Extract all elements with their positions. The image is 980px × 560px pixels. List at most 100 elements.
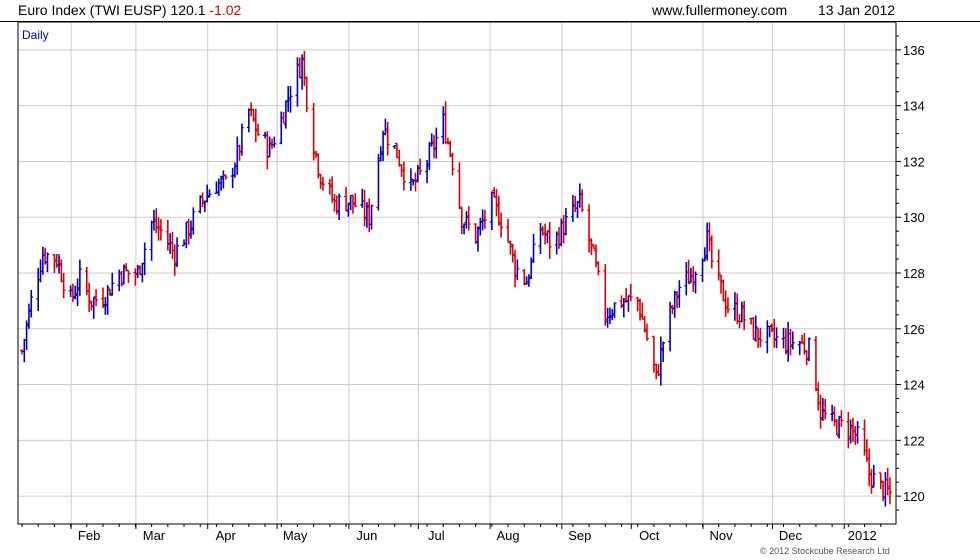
price-bar (230, 167, 235, 189)
price-bar (350, 194, 355, 214)
price-bar (719, 274, 724, 294)
price-bars (20, 51, 892, 507)
price-bar (457, 162, 462, 210)
price-bar (499, 212, 504, 238)
price-bar (846, 411, 851, 449)
price-bar (563, 208, 568, 236)
price-bar (635, 296, 640, 312)
price-bar (739, 301, 744, 323)
chart-header: Euro Index (TWI EUSP) 120.1 -1.02 www.fu… (0, 0, 980, 22)
price-bar (691, 266, 696, 293)
price-bar (101, 287, 106, 308)
price-bar (837, 415, 842, 439)
price-bar (221, 170, 226, 189)
price-bar (165, 219, 170, 251)
price-bar (149, 220, 154, 261)
price-bar (103, 297, 108, 315)
price-bar (716, 249, 721, 281)
price-bar (40, 246, 45, 275)
price-bar (36, 267, 41, 312)
price-bar (790, 331, 795, 350)
price-bar (735, 293, 740, 324)
price-bar (214, 181, 219, 194)
price-bar (408, 168, 413, 191)
price-bar (360, 188, 365, 208)
price-bar (413, 172, 418, 192)
price-bar (496, 195, 501, 226)
price-bar (251, 108, 256, 122)
price-bar (279, 111, 284, 145)
y-tick-label: 134 (903, 99, 925, 114)
price-bar (223, 174, 228, 180)
y-tick-label: 120 (903, 489, 925, 504)
price-bar (677, 280, 682, 308)
price-bar (638, 298, 643, 321)
price-bar (684, 262, 689, 296)
price-bar (158, 219, 163, 241)
price-bar (87, 282, 92, 313)
price-bar (142, 242, 147, 276)
price-bar (818, 394, 823, 429)
instrument-name: Euro Index (TWI EUSP) (18, 2, 167, 18)
price-bar (216, 178, 221, 196)
price-bar (313, 150, 318, 159)
price-bar (522, 269, 527, 286)
price-bar (415, 164, 420, 183)
price-bar (475, 226, 480, 252)
price-bar (459, 207, 464, 235)
price-bar (434, 127, 439, 159)
price-bar (168, 233, 173, 254)
instrument-title: Euro Index (TWI EUSP) 120.1 -1.02 (18, 2, 241, 18)
price-bar (883, 471, 888, 507)
price-bar (318, 173, 323, 190)
price-bar (644, 323, 649, 341)
price-bar (205, 184, 210, 203)
price-bar (344, 186, 349, 211)
price-bar (75, 278, 80, 307)
price-bar (151, 209, 156, 231)
price-bar (881, 480, 886, 502)
price-bar (283, 100, 288, 129)
price-bar (480, 209, 485, 231)
price-bar (425, 160, 430, 184)
price-bar (871, 464, 876, 488)
price-bar (239, 123, 244, 156)
price-bar (302, 51, 307, 86)
x-tick-label: Nov (709, 528, 733, 543)
price-bar (450, 152, 455, 176)
price-bar (427, 141, 432, 170)
price-bar (758, 327, 763, 348)
price-bar (473, 223, 478, 244)
price-bar (256, 123, 261, 136)
price-bar (367, 198, 372, 232)
price-bar (184, 221, 189, 249)
price-bar (334, 195, 339, 215)
price-bar (510, 243, 515, 263)
x-tick-label: Feb (78, 528, 100, 543)
price-bar (612, 302, 617, 318)
price-bar (126, 269, 131, 283)
price-bar (878, 472, 883, 490)
price-bar (725, 297, 730, 314)
price-bar (133, 268, 138, 286)
y-tick-label: 126 (903, 322, 925, 337)
x-tick-label: Sep (568, 528, 591, 543)
price-bar (107, 288, 112, 296)
website-link[interactable]: www.fullermoney.com (652, 2, 787, 18)
price-bar (219, 175, 224, 191)
price-bar (59, 259, 64, 283)
price-bar (198, 195, 203, 214)
price-bar (57, 254, 62, 274)
price-bar (723, 290, 728, 317)
price-bar (661, 341, 666, 362)
price-bar (806, 337, 811, 362)
price-bar (619, 295, 624, 309)
price-bar (774, 327, 779, 349)
price-bar (628, 283, 633, 302)
price-bar (26, 303, 31, 329)
price-bar (832, 406, 837, 427)
price-bar (732, 292, 737, 321)
price-bar (834, 419, 839, 436)
y-tick-label: 122 (903, 433, 925, 448)
price-bar (29, 290, 34, 318)
